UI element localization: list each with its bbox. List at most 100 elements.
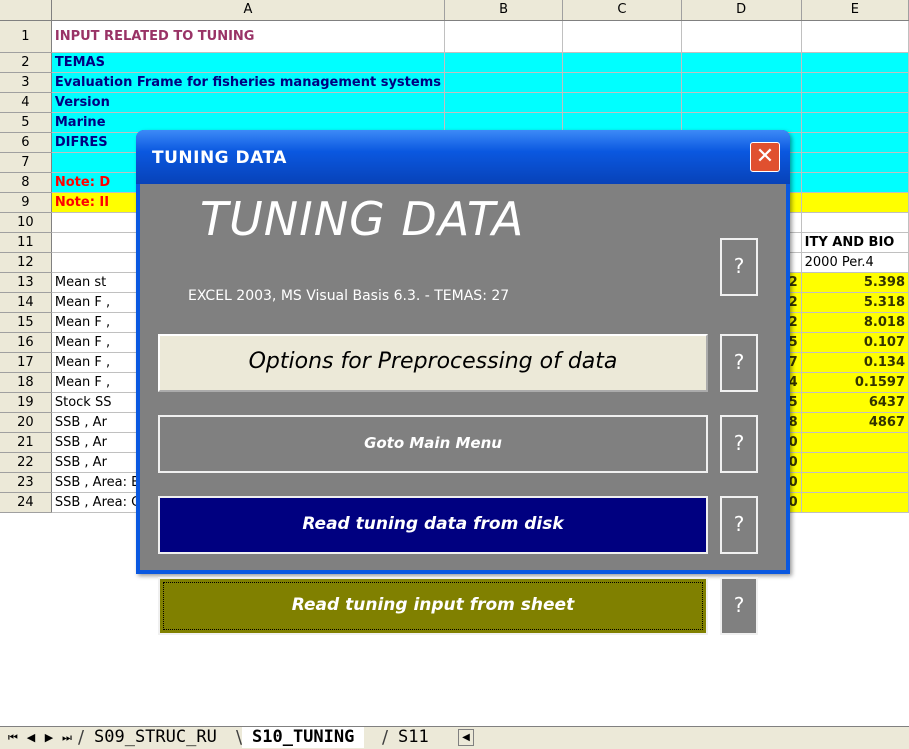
help-button-general[interactable]: ? [720,238,758,296]
first-sheet-button[interactable]: ⏮ [4,730,22,746]
help-button-read-disk[interactable]: ? [720,496,758,554]
cell-e[interactable] [801,432,909,453]
cell-a[interactable]: INPUT RELATED TO TUNING [51,20,445,53]
cell-e[interactable] [801,472,909,493]
tab-scroll-left-button[interactable]: ◀ [458,729,474,746]
cell-d[interactable] [681,92,802,113]
row-header[interactable]: 9 [0,192,52,213]
cell-c[interactable] [562,72,682,93]
row-header[interactable]: 18 [0,372,52,393]
row-header[interactable]: 22 [0,452,52,473]
row-header[interactable]: 20 [0,412,52,433]
row-header[interactable]: 4 [0,92,52,113]
row-header[interactable]: 5 [0,112,52,133]
cell-a[interactable]: Marine [51,112,445,133]
tab-s11[interactable]: S11 [388,727,439,748]
help-button-preprocessing[interactable]: ? [720,334,758,392]
cell-d[interactable] [681,72,802,93]
cell-e[interactable] [801,192,909,213]
column-header-a[interactable]: A [51,0,445,21]
row-header[interactable]: 23 [0,472,52,493]
read-tuning-sheet-button[interactable]: Read tuning input from sheet [158,577,708,635]
cell-b[interactable] [444,72,564,93]
row-header[interactable]: 13 [0,272,52,293]
cell-d[interactable] [681,112,802,133]
last-sheet-button[interactable]: ⏭ [58,730,76,746]
dialog-title-bar[interactable]: TUNING DATA ✕ [136,130,790,184]
cell-e[interactable]: ITY AND BIO [801,232,909,253]
cell-d[interactable] [681,20,802,53]
sheet-row: 2 TEMAS [0,52,909,73]
prev-sheet-button[interactable]: ◀ [22,730,40,746]
cell-e[interactable]: 0.1597 [801,372,909,393]
cell-e[interactable]: 5.398 [801,272,909,293]
row-header[interactable]: 17 [0,352,52,373]
row-header[interactable]: 8 [0,172,52,193]
row-header[interactable]: 6 [0,132,52,153]
row-header[interactable]: 15 [0,312,52,333]
row-header[interactable]: 3 [0,72,52,93]
row-header[interactable]: 1 [0,20,52,53]
sheet-row: 1 INPUT RELATED TO TUNING [0,20,909,53]
row-header[interactable]: 21 [0,432,52,453]
tab-s09-struc-ru[interactable]: S09_STRUC_RU [84,727,227,748]
cell-a[interactable]: Evaluation Frame for fisheries managemen… [51,72,445,93]
row-header[interactable]: 11 [0,232,52,253]
cell-e[interactable] [801,52,909,73]
help-button-read-sheet[interactable]: ? [720,577,758,635]
cell-e[interactable]: 0.107 [801,332,909,353]
cell-e[interactable]: 6437 [801,392,909,413]
tab-s10-tuning[interactable]: S10_TUNING [242,727,365,748]
sheet-row: 3 Evaluation Frame for fisheries manageme… [0,72,909,93]
cell-e[interactable] [801,132,909,153]
cell-b[interactable] [444,92,564,113]
cell-e[interactable]: 0.134 [801,352,909,373]
cell-b[interactable] [444,52,564,73]
column-header-d[interactable]: D [681,0,802,21]
row-header[interactable]: 10 [0,212,52,233]
cell-e[interactable]: 5.318 [801,292,909,313]
cell-e[interactable]: 4867 [801,412,909,433]
select-all-corner[interactable] [0,0,52,21]
cell-b[interactable] [444,20,564,53]
help-button-main-menu[interactable]: ? [720,415,758,473]
cell-e[interactable] [801,492,909,513]
cell-b[interactable] [444,112,564,133]
cell-e[interactable] [801,92,909,113]
cell-e[interactable] [801,72,909,93]
read-tuning-disk-button[interactable]: Read tuning data from disk [158,496,708,554]
cell-e[interactable] [801,112,909,133]
cell-a[interactable]: Version [51,92,445,113]
cell-c[interactable] [562,92,682,113]
sheet-row: 4 Version [0,92,909,113]
cell-c[interactable] [562,112,682,133]
next-sheet-button[interactable]: ▶ [40,730,58,746]
close-button[interactable]: ✕ [750,142,780,172]
row-header[interactable]: 16 [0,332,52,353]
cell-e[interactable] [801,20,909,53]
cell-e[interactable]: 2000 Per.4 [801,252,909,273]
goto-main-menu-button[interactable]: Goto Main Menu [158,415,708,473]
cell-e[interactable] [801,152,909,173]
row-header[interactable]: 14 [0,292,52,313]
cell-c[interactable] [562,20,682,53]
row-header[interactable]: 2 [0,52,52,73]
row-header[interactable]: 12 [0,252,52,273]
close-icon: ✕ [755,144,775,169]
row-header[interactable]: 19 [0,392,52,413]
sheet-row: 5 Marine [0,112,909,133]
cell-a[interactable]: TEMAS [51,52,445,73]
cell-d[interactable] [681,52,802,73]
column-header-b[interactable]: B [444,0,564,21]
cell-e[interactable] [801,452,909,473]
preprocessing-options-button[interactable]: Options for Preprocessing of data [158,334,708,392]
column-header-c[interactable]: C [562,0,682,21]
row-header[interactable]: 7 [0,152,52,173]
cell-e[interactable] [801,172,909,193]
cell-c[interactable] [562,52,682,73]
dialog-body: TUNING DATA EXCEL 2003, MS Visual Basis … [140,184,786,635]
cell-e[interactable] [801,212,909,233]
column-header-e[interactable]: E [801,0,909,21]
row-header[interactable]: 24 [0,492,52,513]
cell-e[interactable]: 8.018 [801,312,909,333]
